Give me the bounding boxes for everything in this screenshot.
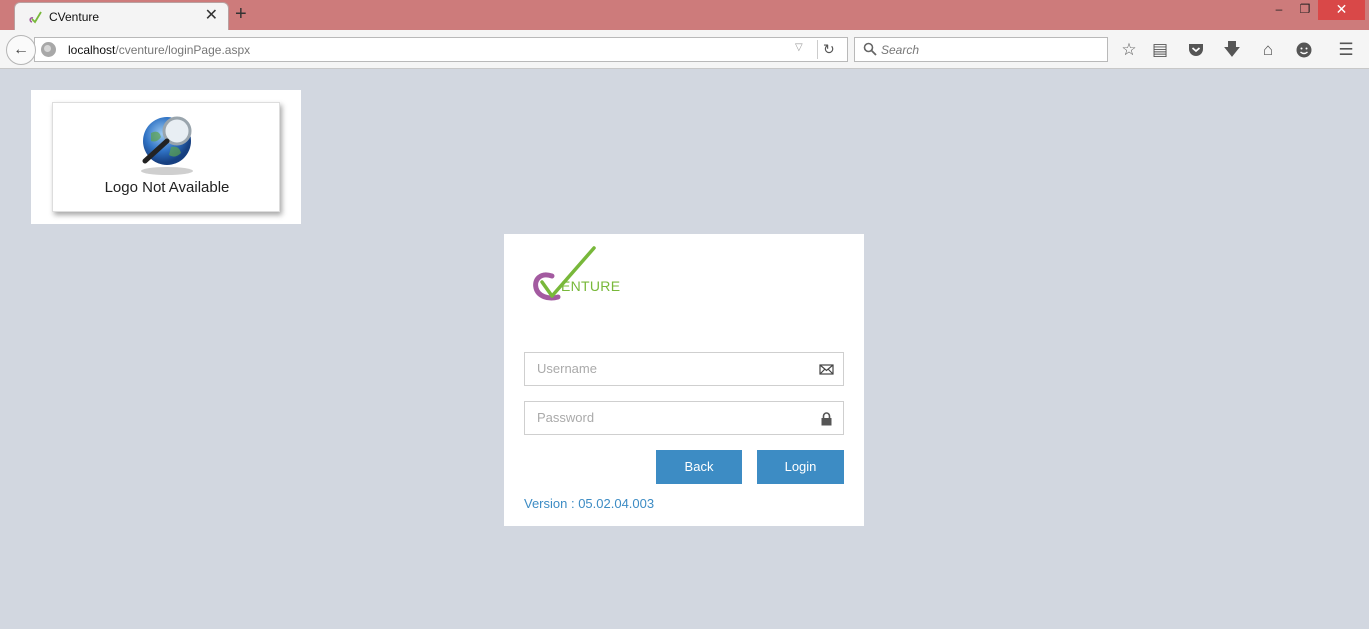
bookmark-star-icon[interactable]: ☆ xyxy=(1118,39,1140,61)
history-dropdown-icon[interactable]: ▽ xyxy=(795,42,803,53)
url-text[interactable]: localhost/cventure/loginPage.aspx xyxy=(68,43,250,57)
reading-list-icon[interactable]: ▤ xyxy=(1149,39,1171,61)
browser-navbar: localhost/cventure/loginPage.aspx ▽ ↻ ← … xyxy=(0,30,1369,69)
cventure-logo-icon xyxy=(533,246,596,301)
login-button[interactable]: Login xyxy=(757,450,844,484)
globe-magnifier-icon xyxy=(141,116,193,175)
site-identity-icon[interactable] xyxy=(41,42,56,57)
browser-tab[interactable]: CVenture ✕ xyxy=(14,2,229,30)
company-logo-box: Logo Not Available xyxy=(31,90,301,224)
brand-name: ENTURE xyxy=(561,278,621,294)
download-icon[interactable]: 🡇 xyxy=(1221,39,1243,61)
home-icon[interactable]: ⌂ xyxy=(1257,39,1279,61)
back-arrow-icon: ← xyxy=(13,41,29,58)
version-label: Version : 05.02.04.003 xyxy=(524,496,655,511)
browser-titlebar: CVenture ✕ + – ❐ ✕ xyxy=(0,0,1369,30)
menu-icon[interactable]: ☰ xyxy=(1335,39,1357,61)
envelope-icon xyxy=(819,364,834,375)
close-tab-icon[interactable]: ✕ xyxy=(205,7,218,25)
search-bar[interactable]: Search xyxy=(854,37,1108,62)
back-navigation-button[interactable]: ← xyxy=(6,35,36,65)
lock-icon xyxy=(821,412,832,426)
logo-not-available-text: Logo Not Available xyxy=(104,179,230,196)
password-input[interactable] xyxy=(537,410,807,425)
login-panel: ENTURE Back Login Version : 05.02.04.003 xyxy=(504,234,864,526)
username-input[interactable] xyxy=(537,361,807,376)
close-window-button[interactable]: ✕ xyxy=(1318,0,1365,20)
username-field[interactable] xyxy=(524,352,844,386)
cventure-favicon-icon xyxy=(29,11,42,24)
search-icon xyxy=(863,42,877,56)
minimize-window-button[interactable]: – xyxy=(1266,0,1292,20)
logo-placeholder-card: Logo Not Available xyxy=(52,102,280,212)
password-field[interactable] xyxy=(524,401,844,435)
back-button[interactable]: Back xyxy=(656,450,742,484)
pocket-icon[interactable] xyxy=(1185,39,1207,61)
url-separator xyxy=(817,40,818,59)
new-tab-icon[interactable]: + xyxy=(235,3,247,25)
tab-title: CVenture xyxy=(49,10,100,24)
hello-icon[interactable] xyxy=(1293,39,1315,61)
search-placeholder: Search xyxy=(881,43,920,57)
reload-icon[interactable]: ↻ xyxy=(823,41,835,58)
url-bar[interactable]: localhost/cventure/loginPage.aspx ▽ ↻ xyxy=(34,37,848,62)
maximize-window-button[interactable]: ❐ xyxy=(1292,0,1318,20)
